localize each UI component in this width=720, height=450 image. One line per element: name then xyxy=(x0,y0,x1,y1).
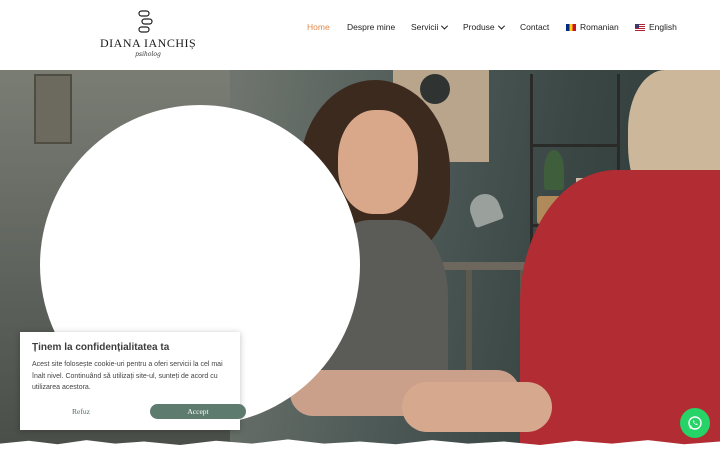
nav-item-label: Servicii xyxy=(411,22,439,32)
nav-item-romanian[interactable]: Romanian xyxy=(566,22,619,32)
hero-frame xyxy=(34,74,72,144)
whatsapp-button[interactable] xyxy=(680,408,710,438)
en-flag-icon xyxy=(635,23,645,31)
shelf-line xyxy=(530,144,620,147)
nav-item-label: Produse xyxy=(463,22,495,32)
hero-plant xyxy=(544,150,564,190)
nav-item-label: Home xyxy=(307,22,330,32)
whatsapp-icon xyxy=(688,416,702,430)
chevron-down-icon xyxy=(441,22,449,30)
nav-item-contact[interactable]: Contact xyxy=(520,22,549,32)
hero-board-circle xyxy=(420,74,450,104)
logo-name: DIANA IANCHIȘ xyxy=(100,36,197,50)
cookie-text: Acest site folosește cookie-uri pentru a… xyxy=(32,361,223,391)
nav-item-home[interactable]: Home xyxy=(307,22,330,32)
chevron-down-icon xyxy=(497,22,505,30)
site-header: DIANA IANCHIȘ psiholog Home Despre mine … xyxy=(0,0,720,70)
hero-lamp xyxy=(465,189,505,229)
nav-item-english[interactable]: English xyxy=(635,22,677,32)
nav-item-produse[interactable]: Produse xyxy=(463,22,505,32)
logo[interactable]: DIANA IANCHIȘ psiholog xyxy=(100,8,197,62)
nav-item-label: Romanian xyxy=(580,22,619,32)
logo-mark-icon xyxy=(138,10,153,33)
cookie-title: Ținem la confidențialitatea ta xyxy=(32,342,170,353)
nav-item-label: Contact xyxy=(520,22,550,32)
nav-item-label: Despre mine xyxy=(347,22,396,32)
nav-item-label: English xyxy=(649,22,677,32)
hero-hands xyxy=(402,382,552,432)
accept-button[interactable]: Accept xyxy=(150,404,246,419)
hero-woman-face xyxy=(338,110,418,214)
ro-flag-icon xyxy=(566,23,576,31)
table-leg xyxy=(466,270,472,380)
logo-subtitle: psiholog xyxy=(135,51,161,58)
refuse-button[interactable]: Refuz xyxy=(32,404,130,419)
cookie-buttons: Refuz Accept xyxy=(32,404,246,419)
nav-item-despre-mine[interactable]: Despre mine xyxy=(347,22,395,32)
cookie-banner: Ținem la confidențialitatea ta Acest sit… xyxy=(20,332,246,430)
nav-item-servicii[interactable]: Servicii xyxy=(411,22,449,32)
